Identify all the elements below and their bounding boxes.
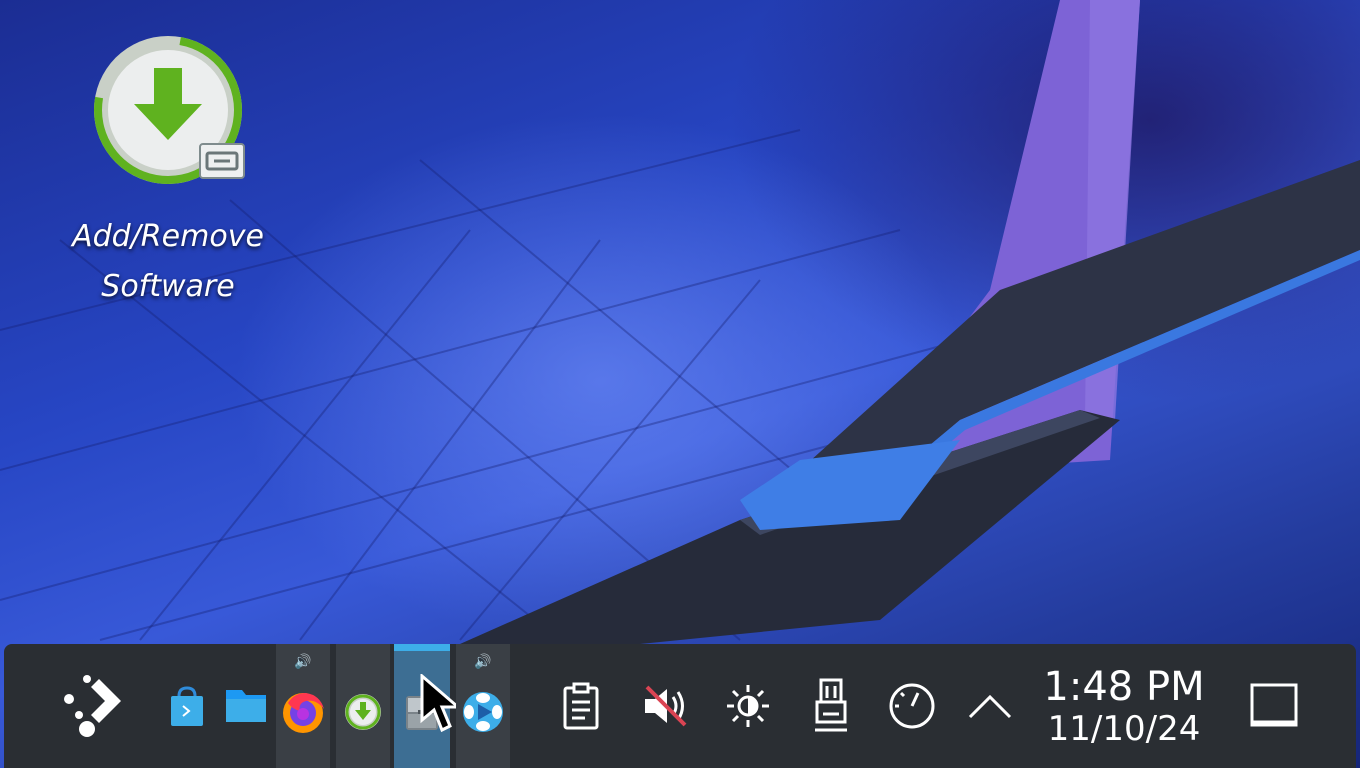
taskbar-panel: 🔊 🔊 1:48 PM 11/10/24: [4, 644, 1356, 768]
tray-performance[interactable]: [884, 644, 940, 768]
digital-clock[interactable]: 1:48 PM 11/10/24: [1034, 664, 1214, 748]
folder-icon: [226, 690, 266, 722]
store-icon: [171, 686, 203, 726]
desktop-icon-label-line2: Software: [101, 269, 235, 304]
store-launcher[interactable]: [162, 644, 212, 768]
media-player-icon: [463, 692, 503, 732]
clock-date: 11/10/24: [1047, 709, 1201, 749]
desktop-icon-label-line1: Add/Remove: [72, 219, 264, 254]
tray-expand-button[interactable]: [962, 644, 1018, 768]
task-media-player[interactable]: 🔊: [456, 644, 510, 768]
folder-launcher[interactable]: [220, 644, 272, 768]
desktop-icon-add-remove-software[interactable]: Add/Remove Software: [58, 30, 278, 312]
firefox-icon: [283, 693, 324, 733]
clock-time: 1:48 PM: [1043, 664, 1205, 710]
performance-gauge-icon: [889, 683, 935, 729]
desktop-icon-label: Add/Remove Software: [58, 212, 278, 312]
show-desktop-icon: [1250, 683, 1298, 727]
discover-icon: [345, 694, 381, 730]
clipboard-icon: [563, 682, 599, 730]
tray-volume[interactable]: [638, 644, 694, 768]
discover-download-icon: [88, 30, 248, 190]
show-desktop-button[interactable]: [1244, 644, 1304, 768]
tray-clipboard[interactable]: [556, 644, 606, 768]
task-discover[interactable]: [336, 644, 390, 768]
volume-muted-icon: [645, 685, 687, 727]
task-firefox[interactable]: 🔊: [276, 644, 330, 768]
tray-usb-device[interactable]: [806, 644, 856, 768]
tray-brightness[interactable]: [720, 644, 776, 768]
chevron-up-icon: [968, 694, 1012, 719]
application-launcher-button[interactable]: [54, 644, 130, 768]
usb-device-icon: [815, 678, 847, 732]
kde-launcher-icon: [64, 675, 121, 737]
audio-playing-icon[interactable]: 🔊: [456, 654, 510, 670]
brightness-icon: [727, 685, 769, 727]
audio-playing-icon[interactable]: 🔊: [276, 654, 330, 670]
